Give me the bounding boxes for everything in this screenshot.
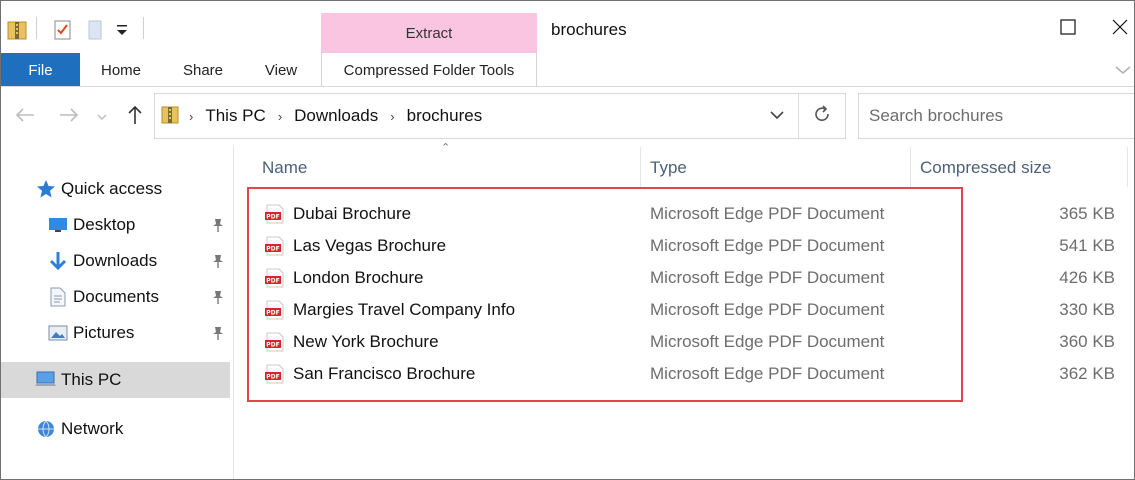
desktop-icon	[47, 214, 69, 236]
download-arrow-icon	[47, 250, 69, 272]
file-size: 360 KB	[1059, 332, 1115, 351]
up-arrow-icon	[127, 105, 143, 130]
forward-arrow-icon	[59, 107, 79, 128]
search-input[interactable]	[869, 106, 1129, 126]
customize-qat-icon[interactable]	[116, 23, 128, 42]
chevron-down-icon	[97, 108, 107, 126]
nav-label: Network	[61, 419, 124, 438]
new-folder-icon[interactable]	[87, 19, 103, 46]
properties-icon[interactable]	[53, 19, 73, 46]
star-icon	[35, 178, 57, 200]
breadcrumb-brochures[interactable]: brochures	[407, 106, 483, 126]
file-size: 362 KB	[1059, 364, 1115, 383]
nav-label: Documents	[73, 287, 159, 306]
chevron-right-icon[interactable]: ›	[278, 109, 282, 124]
recent-locations-button[interactable]	[93, 101, 111, 133]
maximize-icon	[1060, 18, 1076, 40]
file-explorer-window: Extract brochures File Home Share View C…	[0, 0, 1135, 480]
breadcrumb-downloads[interactable]: Downloads	[294, 106, 378, 126]
up-button[interactable]	[119, 101, 151, 133]
column-header-name[interactable]: Name	[262, 151, 637, 185]
context-group-label: Extract	[405, 25, 453, 42]
tab-share[interactable]: Share	[171, 53, 235, 87]
file-size: 365 KB	[1059, 204, 1115, 223]
expand-ribbon-icon[interactable]	[1115, 63, 1131, 81]
nav-label: This PC	[61, 370, 122, 389]
qat-divider	[36, 17, 37, 39]
highlight-box	[247, 187, 963, 402]
zip-folder-icon	[161, 105, 179, 130]
file-size: 330 KB	[1059, 300, 1115, 319]
close-button[interactable]	[1096, 13, 1134, 45]
file-size: 541 KB	[1059, 236, 1115, 255]
pin-icon[interactable]	[211, 217, 225, 238]
breadcrumb-this-pc[interactable]: This PC	[205, 106, 265, 126]
nav-item-quick-access[interactable]: Quick access	[35, 172, 231, 206]
refresh-button[interactable]	[798, 93, 846, 139]
nav-item-network[interactable]: Network	[35, 412, 231, 446]
nav-item-desktop[interactable]: Desktop	[47, 208, 231, 242]
qat-divider	[143, 17, 144, 39]
network-icon	[35, 418, 57, 440]
tab-file[interactable]: File	[1, 53, 80, 87]
nav-label: Downloads	[73, 251, 158, 270]
pin-icon[interactable]	[211, 253, 225, 274]
forward-button[interactable]	[53, 101, 85, 133]
tab-view[interactable]: View	[251, 53, 311, 87]
column-header-type[interactable]: Type	[650, 151, 905, 185]
document-icon	[47, 286, 69, 308]
file-size: 426 KB	[1059, 268, 1115, 287]
chevron-down-icon	[770, 107, 784, 125]
maximize-button[interactable]	[1044, 13, 1092, 45]
breadcrumb: › This PC › Downloads › brochures	[189, 93, 482, 139]
chevron-right-icon[interactable]: ›	[189, 109, 193, 124]
back-arrow-icon	[15, 107, 35, 128]
column-header-compressed-size[interactable]: Compressed size	[920, 151, 1120, 185]
chevron-right-icon[interactable]: ›	[390, 109, 394, 124]
nav-label: Desktop	[73, 215, 136, 234]
nav-item-this-pc[interactable]: This PC	[35, 363, 231, 397]
nav-item-documents[interactable]: Documents	[47, 280, 231, 314]
pin-icon[interactable]	[211, 325, 225, 346]
ribbon-divider	[1, 86, 1134, 87]
tab-compressed-folder-tools[interactable]: Compressed Folder Tools	[321, 53, 537, 87]
window-title: brochures	[551, 20, 627, 39]
zip-folder-icon	[7, 19, 27, 46]
close-icon	[1112, 19, 1128, 40]
pane-divider	[233, 146, 234, 479]
nav-item-pictures[interactable]: Pictures	[47, 316, 231, 350]
nav-label: Quick access	[61, 179, 163, 198]
back-button[interactable]	[9, 101, 41, 133]
pin-icon[interactable]	[211, 289, 225, 310]
refresh-icon	[813, 104, 831, 128]
search-box[interactable]	[858, 93, 1134, 139]
pictures-icon	[47, 322, 69, 344]
column-divider[interactable]	[640, 147, 641, 187]
column-divider[interactable]	[910, 147, 911, 187]
column-divider[interactable]	[1127, 147, 1128, 187]
tab-home[interactable]: Home	[91, 53, 151, 87]
nav-label: Pictures	[73, 323, 135, 342]
computer-icon	[35, 369, 57, 391]
ribbon-tabs: File Home Share View Compressed Folder T…	[1, 53, 1134, 87]
nav-item-downloads[interactable]: Downloads	[47, 244, 231, 278]
address-dropdown-button[interactable]	[756, 93, 798, 139]
